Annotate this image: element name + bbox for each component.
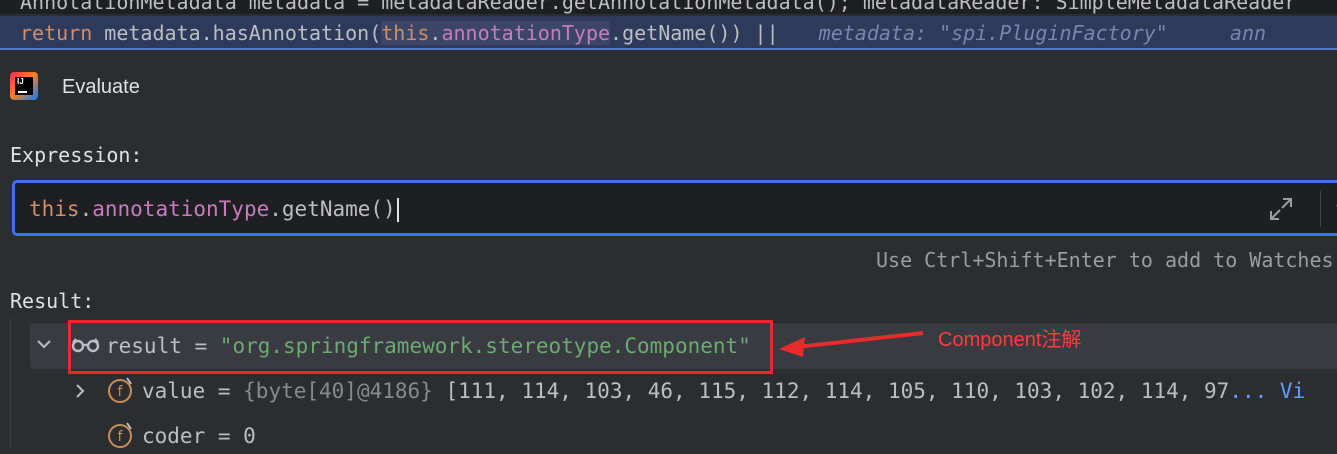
field-icon: f	[107, 376, 135, 409]
expression-label: Expression:	[10, 143, 143, 167]
code-dot: .	[429, 21, 442, 45]
editor-line-1-text: AnnotationMetadata metadata = metadataRe…	[20, 0, 1297, 14]
expr-dot: .	[79, 197, 93, 221]
inline-hint-2: ann	[1229, 21, 1267, 45]
value-type: {byte[40]@4186}	[243, 379, 433, 403]
annotation-highlight-box	[68, 320, 773, 374]
expression-input[interactable]: this.annotationType.getName()	[12, 180, 1337, 236]
value-eq: =	[205, 379, 244, 403]
coder-value: 0	[243, 424, 256, 448]
inline-hint: metadata: "spi.PluginFactory"	[818, 21, 1168, 45]
return-keyword: return	[20, 21, 93, 45]
expression-text[interactable]: this.annotationType.getName()	[29, 196, 399, 222]
coder-eq: =	[205, 424, 244, 448]
tree-row-coder-text: coder = 0	[142, 423, 256, 449]
annotation-arrow-icon	[775, 325, 935, 365]
code-part1: metadata.hasAnnotation(	[92, 21, 382, 45]
field-icon: f	[107, 421, 135, 454]
annotation-label: Component注解	[938, 329, 1082, 351]
value-name: value	[142, 379, 206, 403]
tree-row-value-text: value = {byte[40]@4186} [111, 114, 103, …	[142, 378, 1305, 404]
watches-hint: Use Ctrl+Shift+Enter to add to Watches	[876, 248, 1334, 272]
chevron-down-icon[interactable]	[36, 336, 52, 357]
view-link[interactable]: Vi	[1280, 379, 1305, 403]
expr-rest: .getName()	[269, 197, 396, 221]
dialog-title: Evaluate	[62, 76, 140, 98]
chevron-right-icon[interactable]	[73, 383, 87, 404]
code-part2: .getName()) ||	[610, 21, 779, 45]
result-label: Result:	[10, 289, 95, 313]
text-caret	[396, 198, 399, 222]
coder-name: coder	[142, 424, 206, 448]
editor-line-2: return metadata.hasAnnotation(this.annot…	[0, 16, 1337, 50]
field-icon-letter: f	[118, 429, 124, 445]
editor-line-1: AnnotationMetadata metadata = metadataRe…	[0, 0, 1337, 14]
value-values: [111, 114, 103, 46, 115, 112, 114, 105, …	[432, 379, 1230, 403]
this-keyword: this	[381, 21, 430, 45]
chevron-down-icon[interactable]	[1333, 197, 1337, 219]
input-separator	[1320, 191, 1321, 227]
expr-this-keyword: this	[29, 197, 80, 221]
intellij-logo-icon: IJ	[10, 72, 38, 100]
value-more[interactable]: ...	[1229, 379, 1280, 403]
field-icon-letter: f	[118, 384, 124, 400]
expand-icon[interactable]	[1267, 195, 1295, 223]
expr-field: annotationType	[92, 197, 270, 221]
code-field: annotationType	[441, 21, 611, 45]
